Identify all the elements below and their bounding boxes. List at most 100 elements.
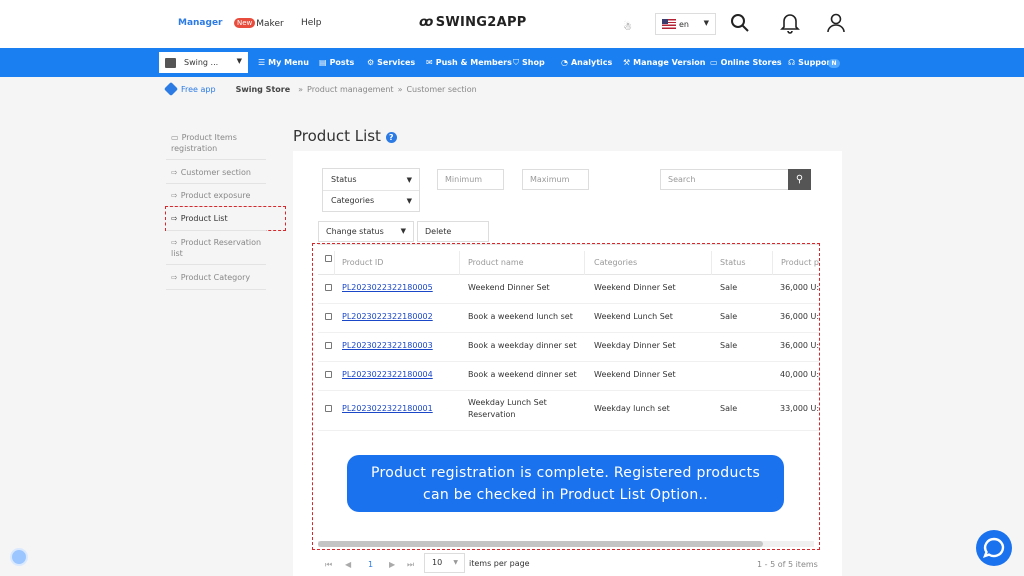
nav-help-link[interactable]: Help (301, 18, 322, 28)
nav-manage-version[interactable]: ⚒ Manage Version (623, 58, 705, 67)
nav-online-stores-label: Online Stores (720, 58, 782, 67)
sidebar-item-product-category[interactable]: ⇨ Product Category (171, 272, 250, 283)
breadcrumb-customer-section[interactable]: Customer section (406, 85, 476, 94)
next-page-icon[interactable]: ▶ (389, 560, 395, 569)
free-app-icon (163, 81, 179, 97)
nav-my-menu[interactable]: ☰ My Menu (258, 58, 309, 67)
sidebar-item-label: Customer section (180, 168, 251, 177)
guide-tooltip: Product registration is complete. Regist… (347, 455, 784, 512)
categories-filter[interactable]: Categories (331, 196, 374, 205)
nav-maker-label: Maker (256, 19, 284, 29)
gear-icon: ⚙ (367, 58, 375, 67)
chat-bubble-icon (982, 537, 1005, 558)
sidebar-item-product-items-registration[interactable]: ▭ Product Items registration (171, 132, 266, 154)
status-filter-label: Status (331, 175, 357, 184)
nav-maker-link[interactable]: New Maker (234, 18, 284, 29)
caret-down-icon: ▼ (406, 197, 412, 205)
logo-text: SWING2APP (435, 15, 527, 30)
breadcrumb-store[interactable]: Swing Store (236, 85, 291, 94)
app-selector-label: Swing ... (184, 58, 219, 67)
nav-push-members-label: Push & Members (435, 58, 512, 67)
breadcrumb-product-management[interactable]: Product management (307, 85, 394, 94)
wrench-icon: ⚒ (623, 58, 631, 67)
help-icon[interactable]: ? (385, 132, 397, 143)
nav-manage-version-label: Manage Version (633, 58, 706, 67)
bell-icon[interactable] (780, 12, 800, 34)
delete-products-button[interactable]: Delete products (417, 221, 489, 255)
store-icon: ▭ (710, 58, 718, 67)
change-status-select[interactable]: Change status ▼ (318, 221, 414, 242)
sidebar-item-product-exposure[interactable]: ⇨ Product exposure (171, 190, 250, 201)
sidebar-divider (166, 230, 266, 231)
accessibility-bubble-icon[interactable] (10, 548, 28, 566)
change-status-label: Change status (326, 227, 384, 236)
minimum-price-input[interactable]: Minimum (437, 169, 504, 190)
prev-page-icon[interactable]: ◀ (345, 560, 351, 569)
cart-icon: ⛉ (513, 58, 519, 67)
nav-online-stores[interactable]: ▭ Online Stores (710, 58, 782, 67)
nav-my-menu-label: My Menu (268, 58, 309, 67)
nav-posts[interactable]: ▤ Posts (319, 58, 354, 67)
us-flag-icon (662, 19, 676, 29)
items-per-page-select[interactable]: 10 ▼ (424, 553, 465, 573)
per-page-value: 10 (432, 558, 443, 567)
sidebar-divider (166, 289, 266, 290)
nav-shop[interactable]: ⛉ Shop (513, 58, 545, 68)
nav-posts-label: Posts (329, 58, 355, 67)
caret-down-icon: ▼ (703, 19, 709, 27)
search-input[interactable]: Search (660, 169, 789, 190)
search-icon[interactable] (730, 12, 750, 34)
sidebar-item-product-reservation-list[interactable]: ⇨ Product Reservation list (171, 237, 266, 259)
sidebar-divider (166, 264, 266, 265)
tooltip-line-1: Product registration is complete. Regist… (370, 465, 761, 481)
app-selector[interactable]: Swing ... ▼ (159, 52, 248, 73)
pagination-range: 1 - 5 of 5 items (757, 560, 818, 569)
filter-selects: Status ▼ Categories ▼ (322, 168, 420, 212)
nav-support-label: Suppor (798, 58, 831, 67)
logo-mark-icon: ꝏ (419, 15, 434, 30)
sidebar-item-label: Product Items registration (171, 133, 237, 153)
nav-support[interactable]: ☊ SupporN (788, 58, 840, 68)
user-icon[interactable] (826, 12, 846, 34)
envelope-icon: ✉ (426, 58, 433, 67)
nav-analytics-label: Analytics (570, 58, 613, 67)
last-page-icon[interactable]: ⏭ (407, 560, 414, 570)
document-icon: ▤ (319, 58, 327, 67)
nav-manager-link[interactable]: Manager (178, 18, 223, 28)
search-button[interactable]: ⚲ (788, 169, 811, 190)
language-select[interactable]: en ▼ (655, 13, 716, 35)
arrow-in-icon: ⇨ (171, 238, 178, 247)
caret-down-icon: ▼ (406, 176, 412, 184)
new-badge: New (234, 18, 256, 28)
hamburger-icon: ☰ (258, 58, 266, 67)
status-filter[interactable]: Status (331, 175, 357, 184)
sidebar-active-highlight (165, 206, 286, 231)
nav-shop-label: Shop (522, 58, 545, 67)
breadcrumb-separator: » (397, 84, 403, 94)
swing2app-logo[interactable]: ꝏ SWING2APP (419, 15, 527, 30)
accessibility-icon[interactable]: ☃ (623, 22, 632, 33)
free-app-link[interactable]: Free app (181, 85, 216, 94)
nav-services-label: Services (377, 58, 416, 67)
support-badge: N (828, 59, 840, 68)
arrow-in-icon: ⇨ (171, 168, 178, 177)
nav-push-members[interactable]: ✉ Push & Members (426, 58, 512, 67)
sidebar-divider (166, 183, 266, 184)
sidebar-item-customer-section[interactable]: ⇨ Customer section (171, 167, 251, 178)
arrow-in-icon: ⇨ (171, 191, 178, 200)
tooltip-line-2: can be checked in Product List Option.. (422, 487, 709, 503)
app-thumbnail-icon (165, 57, 176, 68)
categories-filter-label: Categories (331, 196, 375, 205)
sidebar-divider (166, 159, 266, 160)
sidebar-item-label: Product exposure (180, 191, 251, 200)
caret-down-icon: ▼ (400, 227, 406, 235)
chat-button[interactable] (976, 530, 1012, 566)
current-page-number[interactable]: 1 (368, 560, 373, 569)
maximum-price-input[interactable]: Maximum (522, 169, 589, 190)
first-page-icon[interactable]: ⏮ (325, 560, 332, 570)
page-title: Product List ? (293, 127, 397, 145)
nav-analytics[interactable]: ◔ Analytics (561, 58, 612, 67)
box-icon: ▭ (171, 133, 179, 142)
breadcrumb: Free app Swing Store » Product managemen… (163, 81, 477, 97)
nav-services[interactable]: ⚙ Services (367, 58, 415, 67)
